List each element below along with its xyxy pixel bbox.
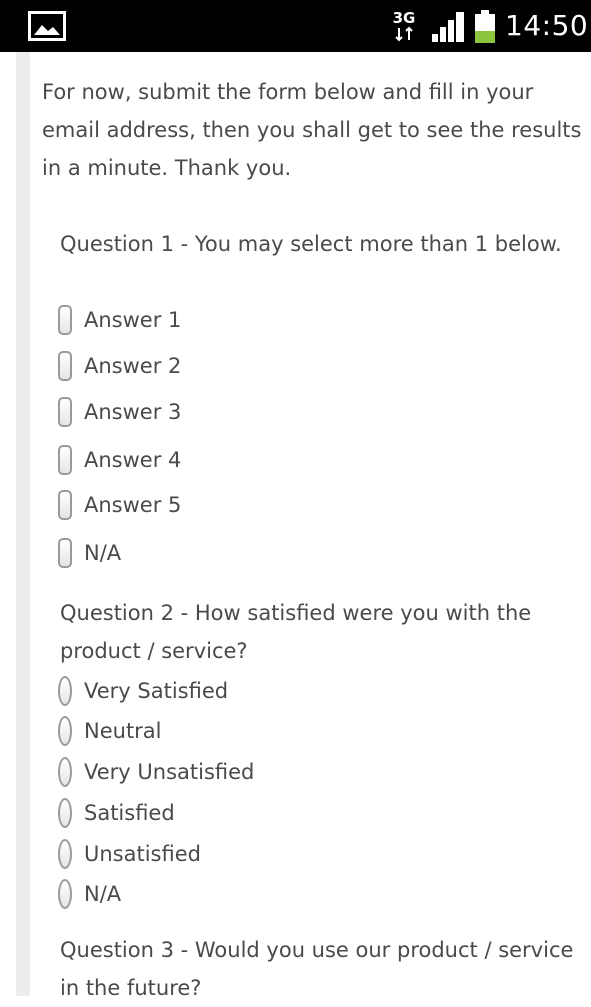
q2-option-4[interactable]: Satisfied	[58, 794, 175, 832]
network-type-label: 3G	[393, 9, 416, 27]
radio-button[interactable]	[58, 839, 72, 869]
intro-text: For now, submit the form below and fill …	[42, 80, 582, 180]
option-label: N/A	[84, 882, 122, 906]
option-label: Answer 2	[84, 354, 182, 378]
q1-option-2[interactable]: Answer 2	[58, 347, 181, 385]
q1-option-3[interactable]: Answer 3	[58, 393, 181, 431]
q1-option-4[interactable]: Answer 4	[58, 441, 181, 479]
form-page: For now, submit the form below and fill …	[0, 52, 591, 1000]
status-time: 14:50	[505, 9, 589, 42]
option-label: Answer 3	[84, 400, 182, 424]
checkbox[interactable]	[58, 445, 72, 475]
q1-option-1[interactable]: Answer 1	[58, 301, 181, 339]
image-notification-icon	[28, 11, 66, 41]
radio-button[interactable]	[58, 676, 72, 706]
option-label: Answer 5	[84, 493, 182, 517]
option-label: Neutral	[84, 719, 162, 743]
checkbox[interactable]	[58, 490, 72, 520]
radio-button[interactable]	[58, 798, 72, 828]
q2-option-6[interactable]: N/A	[58, 875, 121, 913]
checkbox[interactable]	[58, 397, 72, 427]
q1-option-6[interactable]: N/A	[58, 534, 121, 572]
q1-option-5[interactable]: Answer 5	[58, 486, 181, 524]
signal-icon	[432, 12, 464, 42]
option-label: Very Satisfied	[84, 679, 229, 703]
option-label: N/A	[84, 541, 122, 565]
q2-option-5[interactable]: Unsatisfied	[58, 835, 201, 873]
status-bar: 3G 14:50	[0, 0, 591, 52]
q2-option-3[interactable]: Very Unsatisfied	[58, 753, 254, 791]
option-label: Very Unsatisfied	[84, 760, 255, 784]
left-rail	[16, 52, 30, 996]
checkbox[interactable]	[58, 351, 72, 381]
option-label: Satisfied	[84, 801, 175, 825]
battery-icon	[475, 10, 495, 43]
radio-button[interactable]	[58, 879, 72, 909]
question-2-title: Question 2 - How satisfied were you with…	[60, 601, 532, 663]
checkbox[interactable]	[58, 305, 72, 335]
option-label: Unsatisfied	[84, 842, 201, 866]
option-label: Answer 1	[84, 308, 182, 332]
radio-button[interactable]	[58, 716, 72, 746]
q2-option-2[interactable]: Neutral	[58, 712, 162, 750]
q2-option-1[interactable]: Very Satisfied	[58, 672, 228, 710]
question-1-title: Question 1 - You may select more than 1 …	[60, 232, 562, 256]
radio-button[interactable]	[58, 757, 72, 787]
checkbox[interactable]	[58, 538, 72, 568]
network-3g-icon: 3G	[393, 9, 416, 42]
option-label: Answer 4	[84, 448, 182, 472]
